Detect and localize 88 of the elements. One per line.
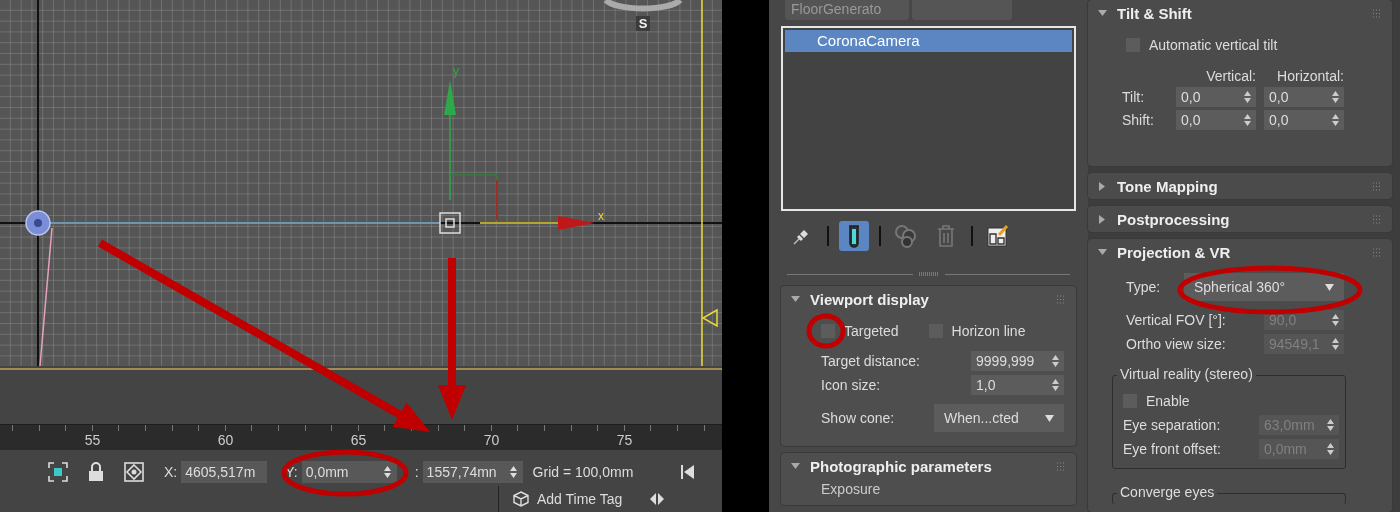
ruler-label: 75	[616, 432, 633, 448]
column-header: Horizontal:	[1276, 68, 1344, 84]
spinner-field[interactable]: 9999,999	[971, 351, 1064, 371]
checkbox[interactable]	[821, 324, 836, 338]
ruler-label: 60	[217, 432, 234, 448]
group-title: Converge eyes	[1117, 484, 1218, 500]
grip-icon[interactable]	[1057, 461, 1066, 471]
coordinate-label: X:	[164, 464, 178, 480]
row-label: Shift:	[1122, 112, 1155, 128]
prev-next-icon[interactable]	[650, 493, 665, 505]
triangle-icon[interactable]	[1098, 181, 1107, 191]
rollout-title[interactable]: Tilt & Shift	[1117, 4, 1373, 22]
spinner-arrows-icon	[509, 466, 517, 478]
checkbox-label: Automatic vertical tilt	[1149, 37, 1278, 53]
rollout-title[interactable]: Projection & VR	[1117, 243, 1373, 261]
field-label: Target distance:	[821, 353, 920, 369]
lock-icon[interactable]	[88, 462, 104, 482]
compass-label: S	[638, 16, 648, 31]
test-tube-icon[interactable]	[839, 221, 870, 252]
ruler-label: 65	[350, 432, 367, 448]
field-label: Show cone:	[821, 410, 895, 426]
axis-label: x	[598, 209, 604, 223]
field-label: Eye separation:	[1123, 417, 1221, 433]
spinner-field[interactable]: 0,0	[1264, 110, 1344, 130]
spinner-field[interactable]: 0,0	[1176, 110, 1256, 130]
axis-label: y	[453, 64, 459, 78]
field-label: Vertical FOV [°]:	[1126, 312, 1226, 328]
spinner-arrows-icon	[1327, 443, 1334, 455]
column-header: Vertical:	[1205, 68, 1256, 84]
cube-icon[interactable]	[513, 491, 529, 507]
field-label: Type:	[1126, 279, 1161, 295]
grip-icon[interactable]	[1057, 294, 1066, 304]
time-tag-label[interactable]: Add Time Tag	[537, 491, 623, 507]
ruler-label: 55	[84, 432, 101, 448]
checkbox-label: Horizon line	[951, 323, 1026, 339]
caret-icon	[1045, 414, 1054, 422]
rollout-title[interactable]: Tone Mapping	[1117, 177, 1373, 195]
field-label: Icon size:	[821, 377, 881, 393]
dropdown[interactable]: When...cted	[934, 404, 1064, 432]
grip-icon[interactable]	[1373, 214, 1382, 224]
triangle-icon[interactable]	[1098, 214, 1107, 224]
grid-size-label: Grid = 100,0mm	[532, 464, 634, 480]
grip-icon[interactable]	[1373, 247, 1382, 257]
spinner-field[interactable]: 0,0	[1176, 87, 1256, 107]
checkbox-label: Enable	[1146, 393, 1190, 409]
rollout-title[interactable]: Viewport display	[810, 290, 1057, 308]
camera-icon	[25, 210, 51, 236]
grip-icon[interactable]	[918, 272, 939, 277]
pivot-icon	[439, 212, 461, 234]
rollout-title[interactable]: Photographic parameters	[810, 457, 1057, 475]
field-label: Eye front offset:	[1123, 441, 1221, 457]
coordinate-label: :	[414, 464, 419, 480]
stack-item[interactable]: CoronaCamera	[785, 29, 1072, 52]
triangle-icon[interactable]	[791, 461, 801, 471]
coordinate-field[interactable]: 1557,74mn	[422, 461, 523, 483]
spinner-field[interactable]: 1,0	[971, 375, 1064, 395]
triangle-icon[interactable]	[791, 294, 801, 304]
spinner-arrows-icon	[1052, 379, 1059, 391]
spinner-arrows-icon	[1332, 338, 1339, 350]
snap-icon[interactable]	[124, 462, 144, 482]
coordinate-field[interactable]: 4605,517m	[181, 461, 268, 483]
spinner-arrows-icon	[1244, 114, 1251, 126]
spinner-arrows-icon	[1332, 314, 1339, 326]
modifier-tab[interactable]: FloorGenerato	[785, 0, 910, 20]
rollout-title[interactable]: Postprocessing	[1117, 210, 1373, 228]
grip-icon[interactable]	[1373, 181, 1382, 191]
field-label: Ortho view size:	[1126, 336, 1226, 352]
grip-icon[interactable]	[1373, 8, 1382, 18]
row-label: Tilt:	[1122, 89, 1146, 105]
annotation-ellipse	[806, 313, 846, 349]
section-label: Exposure	[821, 481, 882, 497]
spinner-field[interactable]: 0,0	[1264, 87, 1344, 107]
coordinate-field[interactable]: 0,0mm	[301, 461, 397, 483]
selection-icon[interactable]	[48, 462, 68, 482]
group-title: Virtual reality (stereo)	[1117, 366, 1256, 382]
ruler-label: 70	[483, 432, 500, 448]
spinner-arrows-icon	[1332, 114, 1339, 126]
go-to-start-icon[interactable]	[681, 465, 696, 479]
dropdown[interactable]: Spherical 360°	[1184, 273, 1344, 301]
triangle-icon	[701, 308, 718, 328]
triangle-icon[interactable]	[1098, 247, 1107, 257]
spinner-arrows-icon	[1244, 91, 1251, 103]
spinner-arrows-icon	[1327, 419, 1334, 431]
spinner-arrows-icon	[1332, 91, 1339, 103]
spinner-arrows-icon	[1052, 355, 1059, 367]
triangle-icon[interactable]	[1098, 8, 1107, 18]
spinner-arrows-icon	[383, 466, 391, 478]
caret-icon	[1325, 283, 1334, 291]
